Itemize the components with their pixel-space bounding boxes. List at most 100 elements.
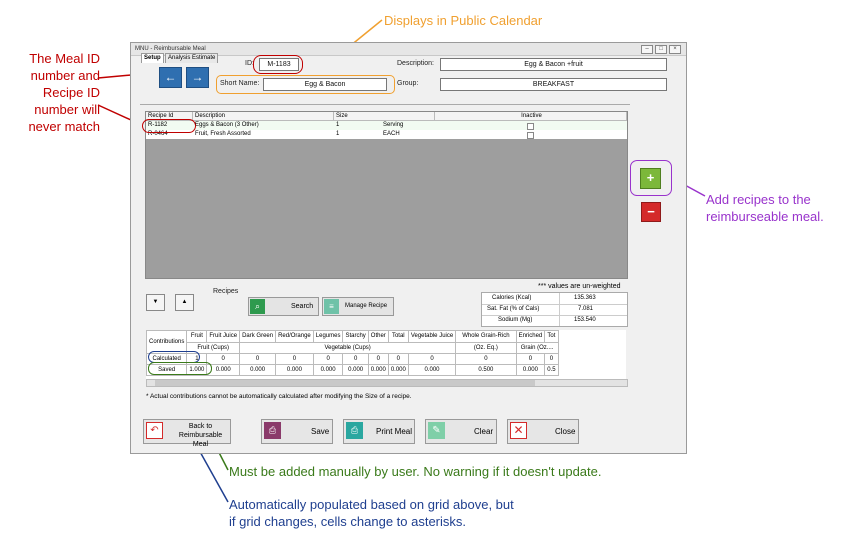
nutrient-label: Sat. Fat (% of Cals) — [487, 306, 540, 312]
saved-cell[interactable]: 0.500 — [455, 364, 517, 376]
nutrients-divider — [559, 293, 560, 326]
nutrient-label: Sodium (Mg) — [498, 317, 533, 323]
description-field[interactable]: Egg & Bacon +fruit — [440, 58, 667, 71]
unweighted-note: *** values are un-weighted — [538, 283, 621, 290]
nutrient-row: Sodium (Mg) 153.540 — [482, 315, 627, 326]
column-header-dark-green: Dark Green — [239, 330, 277, 343]
recipes-label: Recipes — [213, 288, 239, 295]
saved-cell[interactable]: 0.000 — [407, 364, 457, 376]
saved-cell[interactable]: 0.000 — [387, 364, 409, 376]
recipe-description-cell: Eggs & Bacon (3 Other) — [195, 122, 259, 128]
recipe-unit-cell: EACH — [383, 131, 400, 137]
recipe-grid: Recipe Id Description Size Inactive R-11… — [145, 111, 628, 279]
previous-arrow-icon[interactable]: ← — [159, 67, 182, 88]
clear-button[interactable]: ✎ Clear — [425, 419, 497, 444]
column-header-other: Other — [367, 330, 389, 343]
manage-recipe-icon: ≡ — [324, 299, 339, 314]
column-header-description: Description — [193, 112, 334, 121]
column-header-fruit-juice: Fruit Juice — [206, 330, 241, 343]
search-button-label: Search — [291, 303, 314, 310]
remove-recipe-button[interactable]: − — [641, 202, 661, 222]
scrollbar-thumb[interactable] — [155, 380, 535, 386]
column-header-size: Size — [334, 112, 435, 121]
column-header-tot: Tot — [544, 330, 559, 343]
contributions-group-row: Fruit (Cups) Vegetable (Cups) (Oz. Eq.) … — [147, 341, 559, 354]
contributions-footnote: * Actual contributions cannot be automat… — [146, 393, 412, 400]
saved-cell[interactable]: 0.000 — [342, 364, 369, 376]
calculated-cell: 0 — [342, 353, 369, 365]
saved-cell[interactable]: 0.000 — [515, 364, 546, 376]
nutrient-label: Calories (Kcal) — [492, 295, 532, 301]
calculated-cell: 0 — [239, 353, 277, 365]
description-label: Description: — [397, 60, 434, 67]
column-header-whole-grain-rich: Whole Grain-Rich — [455, 330, 517, 343]
back-to-meal-button[interactable]: ↶ Back to Reimbursable Meal — [143, 419, 231, 448]
minimize-icon[interactable]: – — [641, 45, 653, 54]
table-row[interactable]: R-0464 Fruit, Fresh Assorted 1 EACH — [146, 130, 627, 139]
column-header-vegetable-juice: Vegetable Juice — [407, 330, 457, 343]
save-button[interactable]: ⎙ Save — [261, 419, 333, 444]
recipe-description-cell: Fruit, Fresh Assorted — [195, 131, 251, 137]
save-button-label: Save — [311, 427, 330, 436]
nutrient-value: 7.081 — [578, 306, 594, 312]
column-header-red-orange: Red/Orange — [275, 330, 314, 343]
calculated-cell: 0 — [515, 353, 546, 365]
contributions-grid: Contributions Fruit Fruit Juice Dark Gre… — [146, 330, 626, 386]
close-window-icon[interactable]: × — [669, 45, 681, 54]
calculated-cell: 0 — [544, 353, 559, 365]
maximize-icon[interactable]: □ — [655, 45, 667, 54]
saved-cell[interactable]: 0.000 — [275, 364, 314, 376]
inactive-checkbox[interactable] — [527, 132, 534, 139]
column-header-inactive: Inactive — [435, 112, 627, 121]
clear-button-label: Clear — [474, 427, 494, 436]
id-highlight — [253, 55, 303, 74]
close-icon: ✕ — [510, 422, 527, 439]
saved-highlight — [148, 362, 212, 375]
search-button[interactable]: ⌕ Search — [248, 297, 319, 316]
close-button-label: Close — [555, 427, 576, 436]
saved-cell[interactable]: 0.000 — [239, 364, 277, 376]
window-title: MNU - Reimbursable Meal — [135, 46, 206, 52]
manage-recipe-button[interactable]: ≡ Manage Recipe — [322, 297, 394, 316]
group-vegetable-cups: Vegetable (Cups) — [239, 341, 457, 354]
add-recipe-button[interactable]: + — [640, 168, 661, 189]
recipe-id-highlight — [142, 119, 196, 133]
calculated-cell: 0 — [367, 353, 389, 365]
move-down-button[interactable]: ▼ — [146, 294, 165, 311]
tab-setup[interactable]: Setup — [141, 53, 164, 63]
back-button-label: Back to Reimbursable Meal — [178, 423, 223, 448]
nutrient-value: 153.540 — [574, 317, 596, 323]
next-arrow-icon[interactable]: → — [186, 67, 209, 88]
table-row[interactable]: R-1182 Eggs & Bacon (3 Other) 1 Serving — [146, 121, 627, 130]
save-icon: ⎙ — [264, 422, 281, 439]
horizontal-scrollbar[interactable] — [146, 379, 628, 387]
calculated-cell: 0 — [455, 353, 517, 365]
calculated-cell: 0 — [206, 353, 241, 365]
column-header-fruit: Fruit — [186, 330, 208, 343]
column-header-starchy: Starchy — [342, 330, 369, 343]
tab-panel — [140, 104, 630, 105]
calculated-cell: 0 — [387, 353, 409, 365]
nutrients-table: Calories (Kcal) 135.363 Sat. Fat (% of C… — [481, 292, 628, 327]
print-button-label: Print Meal — [376, 427, 413, 436]
move-up-button[interactable]: ▲ — [175, 294, 194, 311]
recipe-unit-cell: Serving — [383, 122, 404, 128]
group-oz-eq: (Oz. Eq.) — [455, 341, 517, 354]
group-label: Group: — [397, 80, 419, 87]
clear-icon: ✎ — [428, 422, 445, 439]
column-header-legumes: Legumes — [312, 330, 344, 343]
calculated-cell: 0 — [407, 353, 457, 365]
saved-cell[interactable]: 0.000 — [312, 364, 344, 376]
inactive-checkbox[interactable] — [527, 123, 534, 130]
group-grain: Grain (Oz.... — [515, 341, 559, 354]
print-meal-button[interactable]: ⎙ Print Meal — [343, 419, 415, 444]
saved-cell[interactable]: 0.5 — [544, 364, 559, 376]
group-field[interactable]: BREAKFAST — [440, 78, 667, 91]
saved-cell[interactable]: 0.000 — [367, 364, 389, 376]
calculated-cell: 0 — [312, 353, 344, 365]
search-icon: ⌕ — [250, 299, 265, 314]
close-button[interactable]: ✕ Close — [507, 419, 579, 444]
tab-analysis-estimate[interactable]: Analysis Estimate — [165, 53, 219, 63]
back-icon: ↶ — [146, 422, 163, 439]
short-name-highlight — [216, 75, 395, 94]
